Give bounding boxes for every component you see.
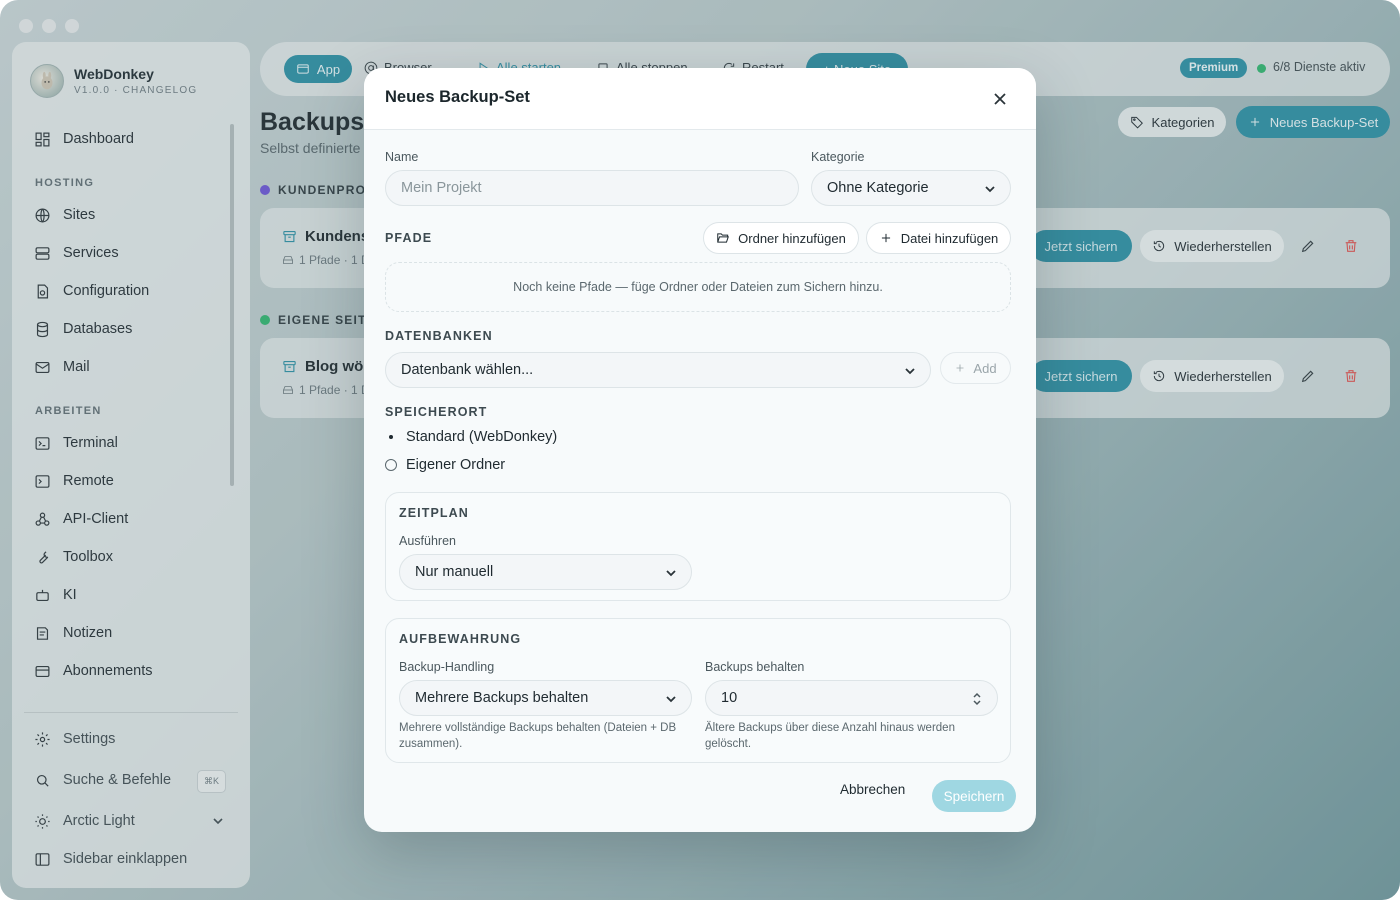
backup-handling-value: Mehrere Backups behalten bbox=[415, 690, 589, 706]
save-button[interactable]: Speichern bbox=[932, 780, 1016, 812]
handling-hint: Mehrere vollständige Backups behalten (D… bbox=[399, 722, 677, 750]
chevron-down-icon bbox=[985, 186, 995, 193]
category-select[interactable]: Ohne Kategorie bbox=[811, 170, 1011, 206]
close-button[interactable] bbox=[991, 90, 1009, 108]
paths-section-title: PFADE bbox=[385, 231, 433, 245]
name-label: Name bbox=[385, 150, 419, 164]
paths-empty-state: Noch keine Pfade — füge Ordner oder Date… bbox=[385, 262, 1011, 312]
plus-icon bbox=[956, 364, 964, 372]
dialog-header: Neues Backup-Set bbox=[364, 68, 1036, 130]
retention-panel: AUFBEWAHRUNG Backup-Handling Mehrere Bac… bbox=[385, 618, 1011, 763]
add-file-label: Datei hinzufügen bbox=[900, 230, 999, 246]
keep-count-value: 10 bbox=[721, 690, 738, 706]
cancel-button[interactable]: Abbrechen bbox=[840, 782, 905, 797]
add-folder-label: Ordner hinzufügen bbox=[738, 230, 846, 246]
plus-icon bbox=[881, 233, 890, 243]
schedule-section-title: ZEITPLAN bbox=[399, 506, 469, 520]
backup-handling-select[interactable]: Mehrere Backups behalten bbox=[399, 680, 692, 716]
run-schedule-select[interactable]: Nur manuell bbox=[399, 554, 692, 590]
run-schedule-value: Nur manuell bbox=[415, 564, 494, 580]
storage-option-label: Standard (WebDonkey) bbox=[406, 429, 558, 445]
folder-open-icon bbox=[717, 233, 730, 243]
chevron-down-icon bbox=[666, 570, 676, 577]
add-folder-button[interactable]: Ordner hinzufügen bbox=[703, 222, 859, 254]
category-value: Ohne Kategorie bbox=[827, 180, 929, 196]
number-stepper-icon[interactable] bbox=[971, 690, 983, 708]
add-database-button[interactable]: Add bbox=[940, 352, 1011, 384]
database-select[interactable]: Datenbank wählen... bbox=[385, 352, 931, 388]
keep-count-label: Backups behalten bbox=[705, 660, 805, 674]
radio-selected-icon[interactable] bbox=[385, 431, 397, 443]
keep-count-hint: Ältere Backups über diese Anzahl hinaus … bbox=[705, 722, 955, 750]
app-window: WebDonkey V1.0.0 · CHANGELOG Dashboard H… bbox=[0, 0, 1400, 900]
chevron-down-icon bbox=[905, 368, 915, 375]
close-icon bbox=[994, 93, 1006, 105]
chevron-down-icon bbox=[666, 696, 676, 703]
storage-option-custom[interactable]: Eigener Ordner bbox=[385, 457, 505, 473]
storage-section-title: SPEICHERORT bbox=[385, 405, 488, 419]
category-label: Kategorie bbox=[811, 150, 865, 164]
name-input[interactable]: Mein Projekt bbox=[385, 170, 799, 206]
database-select-value: Datenbank wählen... bbox=[401, 362, 534, 378]
keep-count-input[interactable]: 10 bbox=[705, 680, 998, 716]
schedule-panel: ZEITPLAN Ausführen Nur manuell bbox=[385, 492, 1011, 601]
databases-section-title: DATENBANKEN bbox=[385, 329, 493, 343]
add-file-button[interactable]: Datei hinzufügen bbox=[866, 222, 1011, 254]
storage-option-standard[interactable]: Standard (WebDonkey) bbox=[385, 429, 557, 445]
new-backup-set-dialog: Neues Backup-Set Name Mein Projekt Kateg… bbox=[364, 68, 1036, 832]
storage-option-label: Eigener Ordner bbox=[406, 457, 506, 473]
radio-unselected-icon[interactable] bbox=[385, 459, 397, 471]
handling-label: Backup-Handling bbox=[399, 660, 495, 674]
run-label: Ausführen bbox=[399, 534, 456, 548]
retention-section-title: AUFBEWAHRUNG bbox=[399, 632, 522, 646]
dialog-title: Neues Backup-Set bbox=[385, 88, 530, 106]
add-database-label: Add bbox=[973, 360, 997, 376]
